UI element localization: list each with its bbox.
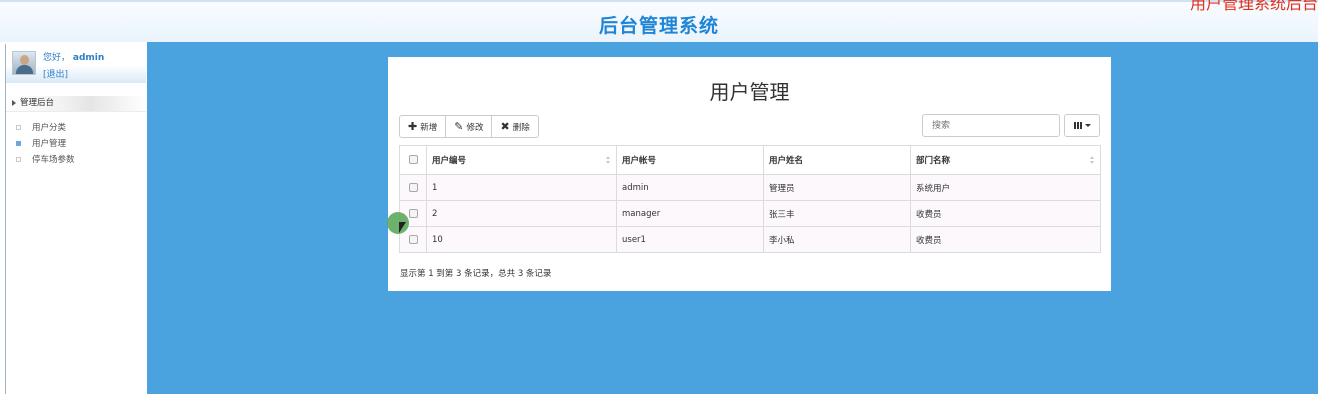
select-all-checkbox[interactable] — [408, 155, 418, 164]
edit-button-label: 修改 — [466, 122, 484, 133]
row-checkbox[interactable] — [408, 182, 418, 192]
sidebar-item-user-management[interactable]: 用户管理 — [16, 138, 66, 150]
cell-department: 收费员 — [910, 226, 1101, 253]
column-header-user-id[interactable]: 用户编号 — [426, 145, 617, 175]
menu-group-label: 管理后台 — [20, 98, 55, 108]
app-title: 后台管理系统 — [598, 15, 719, 37]
columns-icon — [1073, 122, 1082, 129]
column-header-label: 用户帐号 — [622, 156, 657, 166]
select-all-cell — [399, 145, 427, 175]
delete-button[interactable]: ✖ 删除 — [491, 115, 539, 138]
table-row[interactable]: 2 manager 张三丰 收费员 — [399, 200, 1101, 227]
plus-icon: ✚ — [408, 120, 418, 133]
mouse-cursor-icon — [399, 222, 406, 233]
table-row[interactable]: 10 user1 李小私 收费员 — [399, 226, 1101, 253]
cell-user-id: 2 — [426, 200, 617, 227]
search-input[interactable] — [922, 114, 1060, 137]
greeting-text: 您好， — [43, 53, 71, 63]
main-content: 用户管理 ✚新增 ✎修改 ✖删除 用户编号 用户帐号 用户姓 — [147, 42, 1318, 394]
column-header-label: 用户编号 — [432, 156, 467, 166]
toolbar: ✚ 新增 ✎ 修改 ✖ 删除 — [399, 115, 539, 138]
column-header-label: 用户姓名 — [769, 156, 804, 166]
bullet-square-icon — [16, 141, 21, 146]
sidebar-item-label: 停车场参数 — [32, 155, 75, 165]
column-header-name: 用户姓名 — [763, 145, 911, 175]
column-header-account: 用户帐号 — [616, 145, 764, 175]
cell-name: 李小私 — [763, 226, 911, 253]
cell-user-id: 1 — [426, 174, 617, 201]
cell-account: user1 — [616, 226, 764, 253]
cell-user-id: 10 — [426, 226, 617, 253]
username: admin — [72, 53, 105, 63]
page-title: 用户管理 — [709, 80, 790, 104]
cell-name: 管理员 — [763, 174, 911, 201]
add-button-label: 新增 — [420, 122, 438, 133]
cell-department: 系统用户 — [910, 174, 1101, 201]
delete-button-label: 删除 — [512, 122, 530, 133]
bullet-square-icon — [16, 125, 21, 130]
sidebar: 您好， admin [退出] 管理后台 用户分类 用户管理 停车场参数 — [6, 43, 146, 394]
sort-icon — [1090, 156, 1095, 165]
top-header: 后台管理系统 用户管理系统后台 — [0, 0, 1318, 42]
sort-icon — [606, 156, 611, 165]
sidebar-item-label: 用户管理 — [32, 139, 67, 149]
pencil-icon: ✎ — [454, 120, 464, 133]
user-management-panel: 用户管理 ✚新增 ✎修改 ✖删除 用户编号 用户帐号 用户姓 — [388, 57, 1111, 291]
row-checkbox[interactable] — [408, 234, 418, 244]
cell-account: manager — [616, 200, 764, 227]
row-checkbox[interactable] — [408, 208, 418, 218]
row-select-cell — [399, 174, 427, 201]
sidebar-item-user-category[interactable]: 用户分类 — [16, 122, 66, 134]
remove-icon: ✖ — [500, 120, 510, 133]
sidebar-item-label: 用户分类 — [32, 123, 67, 133]
column-header-label: 部门名称 — [916, 156, 951, 166]
user-table: 用户编号 用户帐号 用户姓名 部门名称 1 admin 管理员 系统用户 2 m… — [399, 145, 1101, 253]
pagination-info: 显示第 1 到第 3 条记录，总共 3 条记录 — [400, 269, 552, 279]
cell-account: admin — [616, 174, 764, 201]
chevron-down-icon — [1084, 124, 1091, 127]
column-header-department[interactable]: 部门名称 — [910, 145, 1101, 175]
cell-department: 收费员 — [910, 200, 1101, 227]
avatar — [12, 51, 36, 75]
table-header-row: 用户编号 用户帐号 用户姓名 部门名称 — [399, 145, 1101, 175]
greeting: 您好， admin — [43, 50, 104, 63]
user-info-box: 您好， admin [退出] — [6, 43, 146, 83]
logout-link[interactable]: [退出] — [43, 67, 68, 80]
add-button[interactable]: ✚ 新增 — [399, 115, 447, 138]
edit-button[interactable]: ✎ 修改 — [445, 115, 493, 138]
columns-toggle-button[interactable] — [1064, 114, 1100, 137]
caret-right-icon — [12, 99, 16, 106]
menu-group-header[interactable]: 管理后台 — [6, 96, 146, 112]
table-row[interactable]: 1 admin 管理员 系统用户 — [399, 174, 1101, 201]
cell-name: 张三丰 — [763, 200, 911, 227]
corner-banner-text: 用户管理系统后台 — [1189, 0, 1318, 13]
sidebar-item-parking-params[interactable]: 停车场参数 — [16, 154, 75, 166]
bullet-square-icon — [16, 157, 21, 162]
